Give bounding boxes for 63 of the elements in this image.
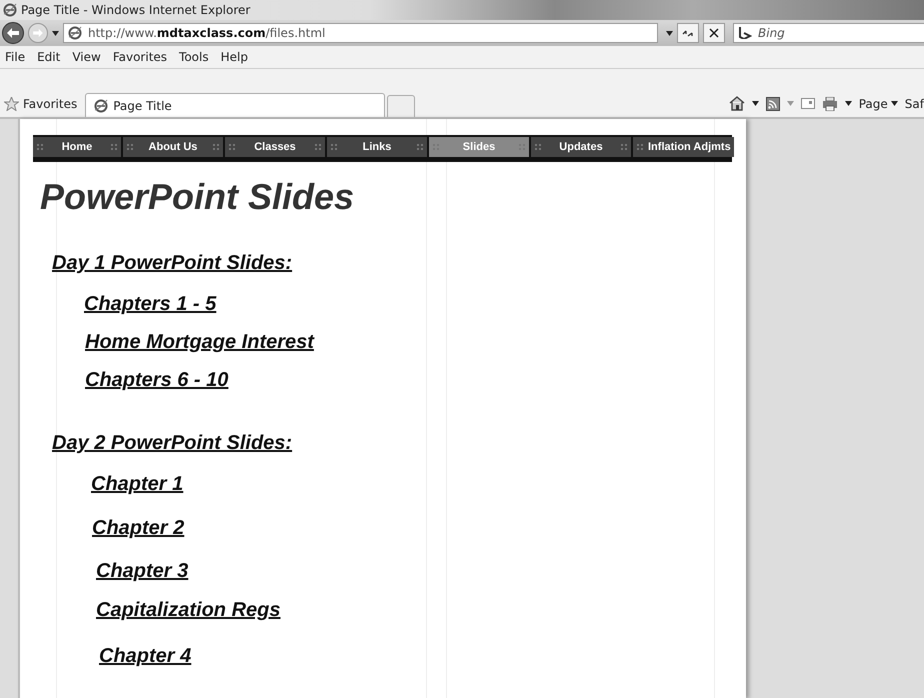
- slides-link[interactable]: Chapter 2: [92, 517, 184, 540]
- back-button[interactable]: [2, 22, 24, 44]
- nav-tab[interactable]: Home: [33, 137, 121, 157]
- grip-icon: [111, 144, 117, 150]
- search-engine-logo-icon: [738, 27, 752, 39]
- nav-tab[interactable]: Slides: [429, 137, 529, 157]
- nav-tab[interactable]: About Us: [123, 137, 223, 157]
- section-heading: Day 1 PowerPoint Slides:: [52, 252, 294, 275]
- grip-icon: [417, 144, 423, 150]
- printer-icon[interactable]: [822, 96, 838, 110]
- grip-icon: [127, 144, 133, 150]
- nav-tab[interactable]: Classes: [225, 137, 325, 157]
- back-arrow-icon: [7, 28, 19, 38]
- grip-icon: [315, 144, 321, 150]
- page-icon: [68, 26, 82, 40]
- grip-icon: [621, 144, 627, 150]
- menu-item[interactable]: Tools: [179, 50, 209, 64]
- mail-icon[interactable]: [800, 98, 815, 109]
- slides-link[interactable]: Capitalization Regs: [96, 599, 280, 622]
- nav-tab[interactable]: Links: [327, 137, 427, 157]
- grip-icon: [535, 144, 541, 150]
- page-menu[interactable]: Page: [858, 96, 898, 110]
- section-heading: Day 2 PowerPoint Slides:: [52, 432, 294, 455]
- slides-link[interactable]: Home Mortgage Interest: [85, 331, 314, 354]
- slides-link[interactable]: Chapter 3: [96, 560, 188, 583]
- window-title: Page Title - Windows Internet Explorer: [21, 3, 250, 17]
- star-icon: [4, 97, 19, 111]
- grip-icon: [229, 144, 235, 150]
- nav-tab[interactable]: Inflation Adjmts: [633, 137, 734, 157]
- slides-link[interactable]: Chapter 4: [99, 645, 192, 668]
- menu-item[interactable]: Favorites: [112, 50, 168, 64]
- favorites-button[interactable]: Favorites: [0, 97, 86, 117]
- page-icon: [94, 98, 108, 112]
- feed-icon[interactable]: [766, 96, 780, 110]
- menu-item[interactable]: Edit: [37, 50, 60, 64]
- stop-button[interactable]: [703, 23, 725, 43]
- caret-icon: [890, 101, 898, 106]
- home-icon[interactable]: [728, 96, 745, 111]
- menu-item[interactable]: Help: [220, 50, 248, 64]
- caret-icon[interactable]: [52, 30, 59, 36]
- refresh-icon: [682, 28, 694, 38]
- caret-icon[interactable]: [844, 101, 852, 106]
- caret-icon[interactable]: [666, 30, 673, 36]
- slides-link[interactable]: Chapters 6 - 10: [85, 369, 228, 392]
- menu-item[interactable]: View: [72, 50, 101, 64]
- slides-link[interactable]: Chapter 1: [91, 473, 184, 496]
- search-field[interactable]: Bing: [733, 23, 924, 43]
- safety-menu[interactable]: Saf: [904, 96, 924, 110]
- grip-icon: [37, 144, 43, 150]
- address-field[interactable]: http://www.mdtaxclass.com/files.html: [63, 23, 658, 43]
- forward-arrow-icon: [33, 29, 43, 37]
- browser-logo-icon: [3, 3, 17, 17]
- menu-item[interactable]: File: [5, 50, 26, 64]
- page-heading: PowerPoint Slides: [40, 176, 356, 218]
- caret-icon[interactable]: [752, 101, 759, 106]
- close-icon: [709, 28, 719, 38]
- grip-icon: [331, 144, 337, 150]
- grip-icon: [637, 144, 643, 150]
- refresh-button[interactable]: [677, 23, 699, 43]
- browser-tab[interactable]: Page Title: [85, 93, 386, 117]
- grip-icon: [213, 144, 219, 150]
- nav-tab[interactable]: Updates: [531, 137, 631, 157]
- slides-link[interactable]: Chapters 1 - 5: [84, 293, 216, 316]
